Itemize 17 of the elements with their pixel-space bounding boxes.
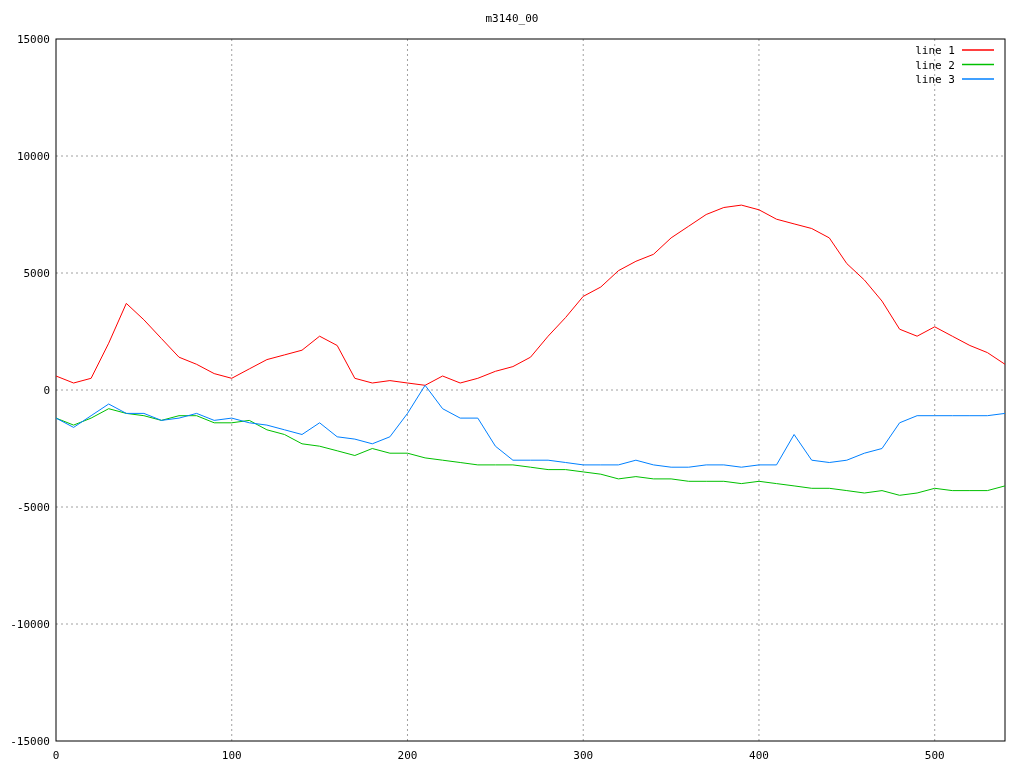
y-tick-label: 10000 [16, 150, 50, 163]
x-tick-label: 0 [52, 749, 60, 762]
x-tick-label: 200 [397, 749, 418, 762]
legend-label: line 1 [915, 44, 955, 57]
y-tick-label: -15000 [10, 735, 50, 748]
x-tick-label: 300 [573, 749, 594, 762]
x-tick-label: 100 [221, 749, 242, 762]
legend-label: line 3 [915, 73, 955, 86]
y-tick-label: -5000 [16, 501, 50, 514]
legend-label: line 2 [915, 58, 955, 72]
y-tick-label: 5000 [23, 267, 50, 280]
y-tick-label: 0 [43, 384, 50, 397]
y-tick-label: 15000 [16, 33, 50, 46]
y-tick-label: -10000 [10, 618, 50, 631]
x-tick-label: 400 [749, 749, 769, 762]
chart-title: m3140_00 [485, 12, 539, 25]
x-tick-label: 500 [924, 749, 945, 762]
